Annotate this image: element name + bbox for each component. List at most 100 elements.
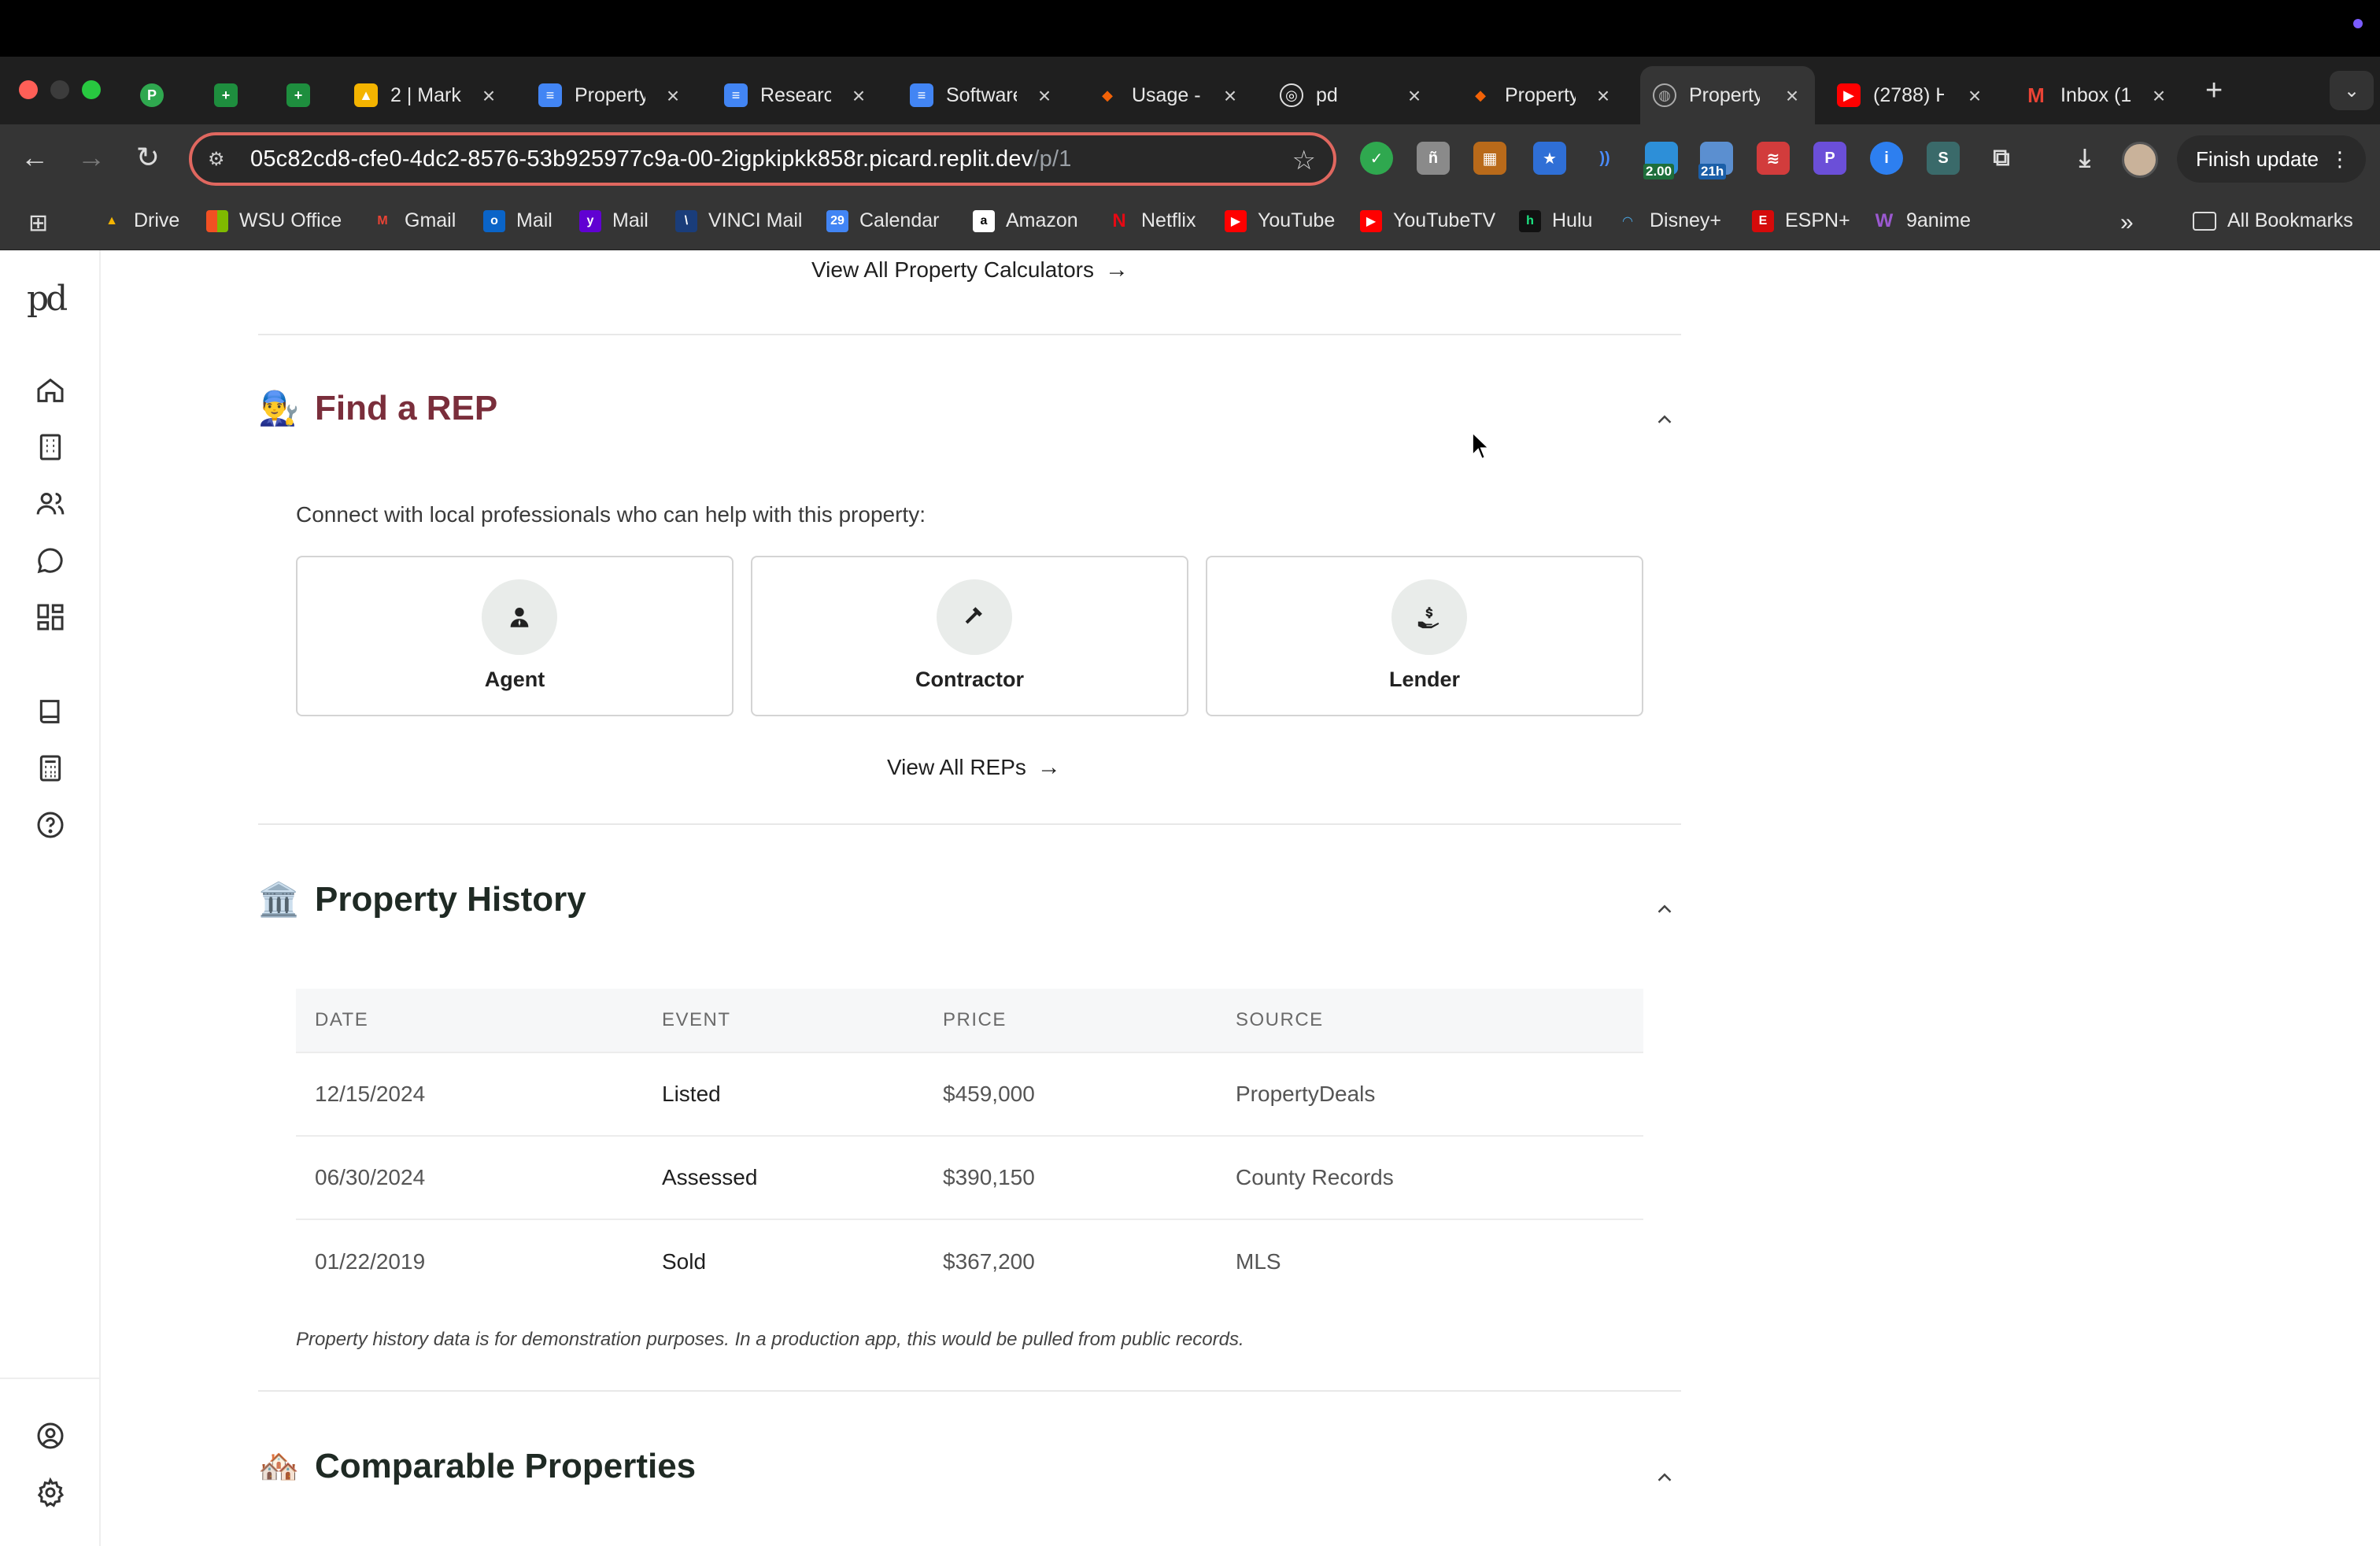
apps-grid-icon[interactable]: ⊞ bbox=[28, 209, 48, 237]
bookmark-outlook[interactable]: o Mail bbox=[483, 209, 552, 232]
extension-translate-icon[interactable]: ★ bbox=[1533, 142, 1566, 175]
close-tab-icon[interactable]: × bbox=[1033, 83, 1056, 109]
outlook-icon: o bbox=[483, 209, 505, 232]
view-all-calculators-link[interactable]: View All Property Calculators → bbox=[811, 257, 1129, 283]
tab-doc-software[interactable]: ≡ Software × bbox=[910, 66, 1056, 124]
close-window-button[interactable] bbox=[19, 80, 38, 99]
address-bar[interactable]: ⚙ 05c82cd8-cfe0-4dc2-8576-53b925977c9a-0… bbox=[189, 132, 1336, 186]
extension-calendar-icon[interactable]: 21h bbox=[1698, 142, 1733, 179]
settings-icon[interactable] bbox=[35, 1477, 66, 1508]
tab-pinned-1[interactable]: P bbox=[140, 66, 187, 124]
tab-pinned-3[interactable]: + bbox=[286, 66, 334, 124]
forward-icon[interactable]: → bbox=[74, 140, 109, 175]
bookmark-label: ESPN+ bbox=[1785, 209, 1850, 231]
more-bookmarks-icon[interactable]: » bbox=[2120, 209, 2134, 236]
extension-gray-icon[interactable]: ñ bbox=[1417, 142, 1450, 175]
finish-update-button[interactable]: Finish update ⋮ bbox=[2177, 135, 2366, 183]
bookmark-star-icon[interactable]: ☆ bbox=[1292, 145, 1316, 176]
more-menu-icon[interactable]: ⋮ bbox=[2330, 147, 2350, 172]
tab-pinned-2[interactable]: + bbox=[214, 66, 261, 124]
account-icon[interactable] bbox=[35, 1420, 66, 1452]
doc-icon: ≡ bbox=[724, 83, 748, 107]
extension-todoist-icon[interactable]: ≋ bbox=[1757, 142, 1790, 175]
building-icon[interactable] bbox=[35, 431, 66, 463]
all-bookmarks-button[interactable]: All Bookmarks bbox=[2193, 209, 2353, 232]
comparable-properties-header[interactable]: 🏘️ Comparable Properties bbox=[258, 1447, 696, 1486]
collapse-chevron-icon[interactable] bbox=[1653, 897, 1676, 921]
minimize-window-button[interactable] bbox=[50, 80, 69, 99]
rep-card-lender[interactable]: Lender bbox=[1206, 556, 1643, 716]
users-icon[interactable] bbox=[35, 488, 66, 520]
bookmark-gmail[interactable]: M Gmail bbox=[371, 209, 456, 232]
bookmark-espn[interactable]: E ESPN+ bbox=[1752, 209, 1850, 232]
tab-drive[interactable]: ▲ 2 | Mark × bbox=[354, 66, 501, 124]
dashboard-icon[interactable] bbox=[35, 601, 66, 633]
bookmark-amazon[interactable]: a Amazon bbox=[973, 209, 1078, 232]
bookmark-label: YouTube bbox=[1258, 209, 1336, 231]
extension-wave-icon[interactable]: )) bbox=[1588, 142, 1621, 175]
property-history-header[interactable]: 🏛️ Property History bbox=[258, 880, 586, 919]
extension-green-icon[interactable]: ✓ bbox=[1360, 142, 1393, 175]
close-tab-icon[interactable]: × bbox=[1963, 83, 1986, 109]
close-tab-icon[interactable]: × bbox=[1218, 83, 1242, 109]
view-all-reps-link[interactable]: View All REPs → bbox=[887, 754, 1061, 781]
tab-pd[interactable]: ◎ pd × bbox=[1280, 66, 1426, 124]
collapse-chevron-icon[interactable] bbox=[1653, 1466, 1676, 1489]
chat-icon[interactable] bbox=[35, 545, 66, 576]
back-icon[interactable]: ← bbox=[17, 140, 52, 175]
close-tab-icon[interactable]: × bbox=[477, 83, 501, 109]
extension-bitwarden-icon[interactable]: P bbox=[1813, 142, 1846, 175]
finish-update-label: Finish update bbox=[2196, 146, 2319, 171]
tab-gmail[interactable]: M Inbox (1 × bbox=[2024, 66, 2171, 124]
section-title: Find a REP bbox=[315, 389, 498, 427]
bookmark-youtubetv[interactable]: ▶ YouTubeTV bbox=[1360, 209, 1495, 232]
find-rep-header[interactable]: 👨‍🔧 Find a REP bbox=[258, 389, 497, 428]
close-tab-icon[interactable]: × bbox=[2147, 83, 2171, 109]
book-icon[interactable] bbox=[35, 696, 66, 727]
bookmark-9anime[interactable]: W 9anime bbox=[1873, 209, 1971, 232]
bookmark-disney[interactable]: ◠ Disney+ bbox=[1617, 209, 1721, 232]
tab-doc-property[interactable]: ≡ Property × bbox=[538, 66, 685, 124]
bookmark-label: Calendar bbox=[859, 209, 940, 231]
tab-doc-research[interactable]: ≡ Researc × bbox=[724, 66, 870, 124]
rep-card-contractor[interactable]: Contractor bbox=[751, 556, 1188, 716]
extension-s-icon[interactable]: S bbox=[1927, 142, 1960, 175]
tab-property-replit[interactable]: ◆ Property × bbox=[1469, 66, 1615, 124]
app-logo[interactable]: pd bbox=[27, 279, 68, 319]
maximize-window-button[interactable] bbox=[82, 80, 101, 99]
arrow-right-icon: → bbox=[1037, 754, 1061, 780]
close-tab-icon[interactable]: × bbox=[1591, 83, 1615, 109]
close-tab-icon[interactable]: × bbox=[1780, 83, 1804, 109]
extension-orange-icon[interactable]: ▦ bbox=[1473, 142, 1506, 175]
calculator-icon[interactable] bbox=[35, 753, 66, 784]
tab-search-button[interactable]: ⌄ bbox=[2330, 71, 2374, 110]
bookmark-yahoo-mail[interactable]: y Mail bbox=[579, 209, 649, 232]
tab-usage[interactable]: ◆ Usage - × bbox=[1096, 66, 1242, 124]
rep-card-agent[interactable]: Agent bbox=[296, 556, 734, 716]
extension-info-icon[interactable]: i bbox=[1870, 142, 1903, 175]
bookmark-wsu-office[interactable]: WSU Office bbox=[206, 209, 342, 232]
download-icon[interactable]: ⤓ bbox=[2068, 142, 2101, 175]
bookmark-hulu[interactable]: h Hulu bbox=[1519, 209, 1592, 232]
extension-timer-icon[interactable]: 2.00 bbox=[1643, 142, 1678, 179]
tab-property-active[interactable]: ◍ Property × bbox=[1640, 66, 1815, 124]
bookmark-calendar[interactable]: 29 Calendar bbox=[826, 209, 939, 232]
bookmark-label: Mail bbox=[612, 209, 649, 231]
close-tab-icon[interactable]: × bbox=[1402, 83, 1426, 109]
reload-icon[interactable]: ↻ bbox=[131, 140, 165, 175]
help-icon[interactable] bbox=[35, 809, 66, 841]
bookmark-drive[interactable]: ▲ Drive bbox=[101, 209, 179, 232]
home-icon[interactable] bbox=[35, 375, 66, 406]
new-tab-button[interactable]: + bbox=[2205, 76, 2223, 105]
close-tab-icon[interactable]: × bbox=[661, 83, 685, 109]
close-tab-icon[interactable]: × bbox=[847, 83, 870, 109]
bookmark-youtube[interactable]: ▶ YouTube bbox=[1225, 209, 1335, 232]
tab-youtube[interactable]: ▶ (2788) H × bbox=[1837, 66, 1986, 124]
bookmark-vinci-mail[interactable]: \ VINCI Mail bbox=[675, 209, 802, 232]
cell-source: County Records bbox=[1236, 1165, 1394, 1189]
bookmark-netflix[interactable]: N Netflix bbox=[1108, 209, 1196, 232]
extensions-puzzle-icon[interactable]: ⧉ bbox=[1985, 142, 2018, 175]
profile-avatar[interactable] bbox=[2122, 142, 2158, 178]
collapse-chevron-icon[interactable] bbox=[1653, 408, 1676, 431]
site-info-icon[interactable]: ⚙ bbox=[208, 148, 238, 171]
